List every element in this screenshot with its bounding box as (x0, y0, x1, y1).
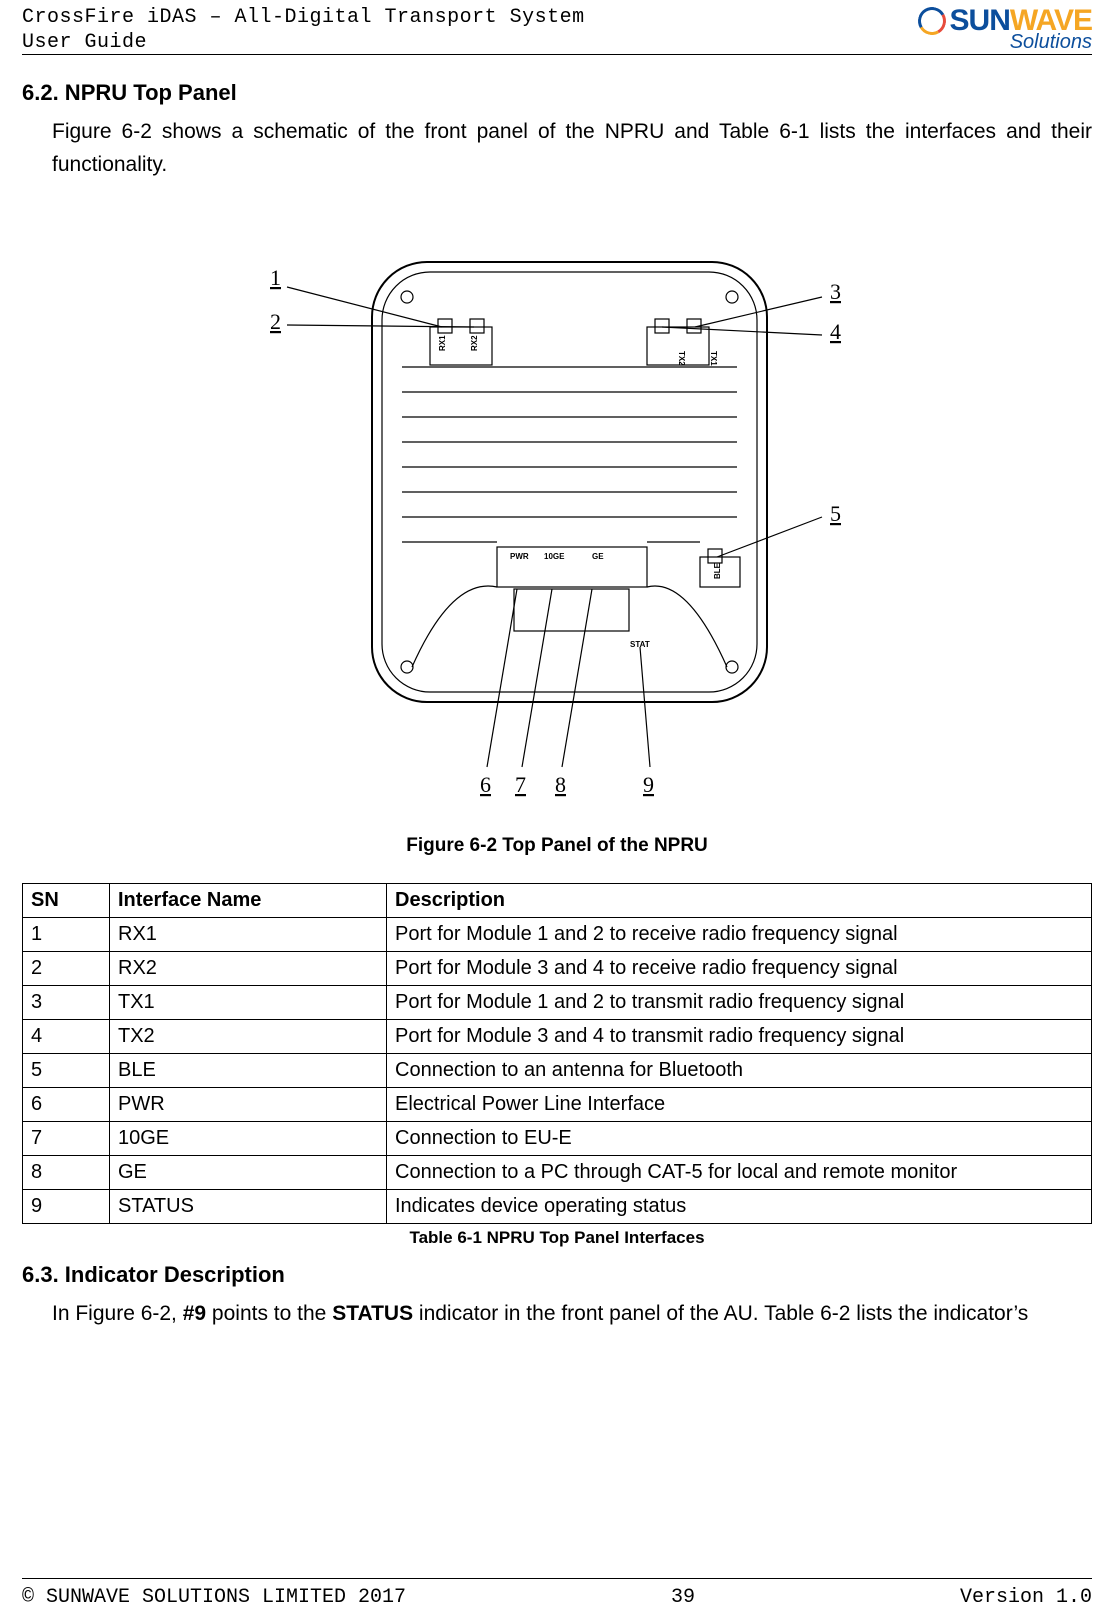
cell-desc: Port for Module 1 and 2 to receive radio… (387, 918, 1092, 952)
table-row: 7 10GE Connection to EU-E (23, 1122, 1092, 1156)
callout-8: 8 (555, 772, 566, 797)
cell-desc: Port for Module 3 and 4 to receive radio… (387, 952, 1092, 986)
table-row: 4 TX2 Port for Module 3 and 4 to transmi… (23, 1020, 1092, 1054)
cell-desc: Indicates device operating status (387, 1190, 1092, 1224)
figure-6-2-caption: Figure 6-2 Top Panel of the NPRU (22, 835, 1092, 857)
s63-pre: In Figure 6-2, (52, 1302, 183, 1325)
cell-desc: Connection to an antenna for Bluetooth (387, 1054, 1092, 1088)
label-pwr: PWR (510, 552, 529, 561)
cell-desc: Port for Module 1 and 2 to transmit radi… (387, 986, 1092, 1020)
footer-center: 39 (671, 1586, 695, 1609)
cell-name: GE (110, 1156, 387, 1190)
table-row: 9 STATUS Indicates device operating stat… (23, 1190, 1092, 1224)
table-row: 6 PWR Electrical Power Line Interface (23, 1088, 1092, 1122)
footer-rule (22, 1578, 1092, 1579)
label-tx2: TX2 (677, 351, 686, 366)
callout-4: 4 (830, 319, 841, 344)
th-desc: Description (387, 884, 1092, 918)
cell-sn: 2 (23, 952, 110, 986)
cell-name: TX1 (110, 986, 387, 1020)
figure-6-2: RX1 RX2 TX2 TX1 BLE PWR 10GE GE STAT (252, 227, 862, 817)
callout-1: 1 (270, 265, 281, 290)
footer-left: © SUNWAVE SOLUTIONS LIMITED 2017 (22, 1586, 406, 1609)
s63-post: indicator in the front panel of the AU. … (413, 1302, 1028, 1325)
callout-6: 6 (480, 772, 491, 797)
label-10ge: 10GE (544, 552, 565, 561)
cell-sn: 3 (23, 986, 110, 1020)
cell-name: TX2 (110, 1020, 387, 1054)
cell-desc: Electrical Power Line Interface (387, 1088, 1092, 1122)
section-6-3-heading: 6.3. Indicator Description (22, 1262, 1092, 1288)
label-ge: GE (592, 552, 604, 561)
label-rx1: RX1 (438, 335, 447, 351)
label-rx2: RX2 (470, 335, 479, 351)
callout-9: 9 (643, 772, 654, 797)
cell-desc: Connection to a PC through CAT-5 for loc… (387, 1156, 1092, 1190)
cell-desc: Port for Module 3 and 4 to transmit radi… (387, 1020, 1092, 1054)
table-row: 8 GE Connection to a PC through CAT-5 fo… (23, 1156, 1092, 1190)
label-tx1: TX1 (709, 351, 718, 366)
header-rule (22, 54, 1092, 55)
cell-name: PWR (110, 1088, 387, 1122)
section-6-2-heading: 6.2. NPRU Top Panel (22, 80, 1092, 106)
cell-name: RX2 (110, 952, 387, 986)
table-row: 3 TX1 Port for Module 1 and 2 to transmi… (23, 986, 1092, 1020)
cell-sn: 1 (23, 918, 110, 952)
cell-sn: 6 (23, 1088, 110, 1122)
cell-sn: 8 (23, 1156, 110, 1190)
th-name: Interface Name (110, 884, 387, 918)
cell-name: 10GE (110, 1122, 387, 1156)
swirl-icon (918, 7, 946, 35)
table-row: 1 RX1 Port for Module 1 and 2 to receive… (23, 918, 1092, 952)
section-6-3-text: In Figure 6-2, #9 points to the STATUS i… (52, 1298, 1092, 1331)
table-6-1-caption: Table 6-1 NPRU Top Panel Interfaces (22, 1228, 1092, 1248)
page-footer: © SUNWAVE SOLUTIONS LIMITED 2017 39 Vers… (22, 1586, 1092, 1609)
callout-2: 2 (270, 309, 281, 334)
cell-sn: 9 (23, 1190, 110, 1224)
s63-b2: STATUS (332, 1302, 413, 1325)
section-6-2-text: Figure 6-2 shows a schematic of the fron… (52, 116, 1092, 181)
cell-name: RX1 (110, 918, 387, 952)
cell-desc: Connection to EU-E (387, 1122, 1092, 1156)
table-row: 5 BLE Connection to an antenna for Bluet… (23, 1054, 1092, 1088)
cell-sn: 4 (23, 1020, 110, 1054)
cell-name: STATUS (110, 1190, 387, 1224)
page-header: CrossFire iDAS – All-Digital Transport S… (22, 6, 1092, 52)
brand-logo: SUNWAVE Solutions (918, 6, 1092, 52)
cell-sn: 7 (23, 1122, 110, 1156)
s63-b1: #9 (183, 1302, 206, 1325)
page-content: 6.2. NPRU Top Panel Figure 6-2 shows a s… (22, 72, 1092, 1337)
callout-7: 7 (515, 772, 526, 797)
th-sn: SN (23, 884, 110, 918)
brand-logo-text-a: SUN (950, 4, 1010, 37)
table-6-1: SN Interface Name Description 1 RX1 Port… (22, 883, 1092, 1224)
table-row: 2 RX2 Port for Module 3 and 4 to receive… (23, 952, 1092, 986)
table-header-row: SN Interface Name Description (23, 884, 1092, 918)
label-ble: BLE (713, 562, 722, 579)
s63-mid: points to the (206, 1302, 332, 1325)
npru-top-panel-drawing: RX1 RX2 TX2 TX1 BLE PWR 10GE GE STAT (252, 227, 862, 817)
cell-sn: 5 (23, 1054, 110, 1088)
cell-name: BLE (110, 1054, 387, 1088)
callout-5: 5 (830, 501, 841, 526)
callout-3: 3 (830, 279, 841, 304)
footer-right: Version 1.0 (960, 1586, 1092, 1609)
